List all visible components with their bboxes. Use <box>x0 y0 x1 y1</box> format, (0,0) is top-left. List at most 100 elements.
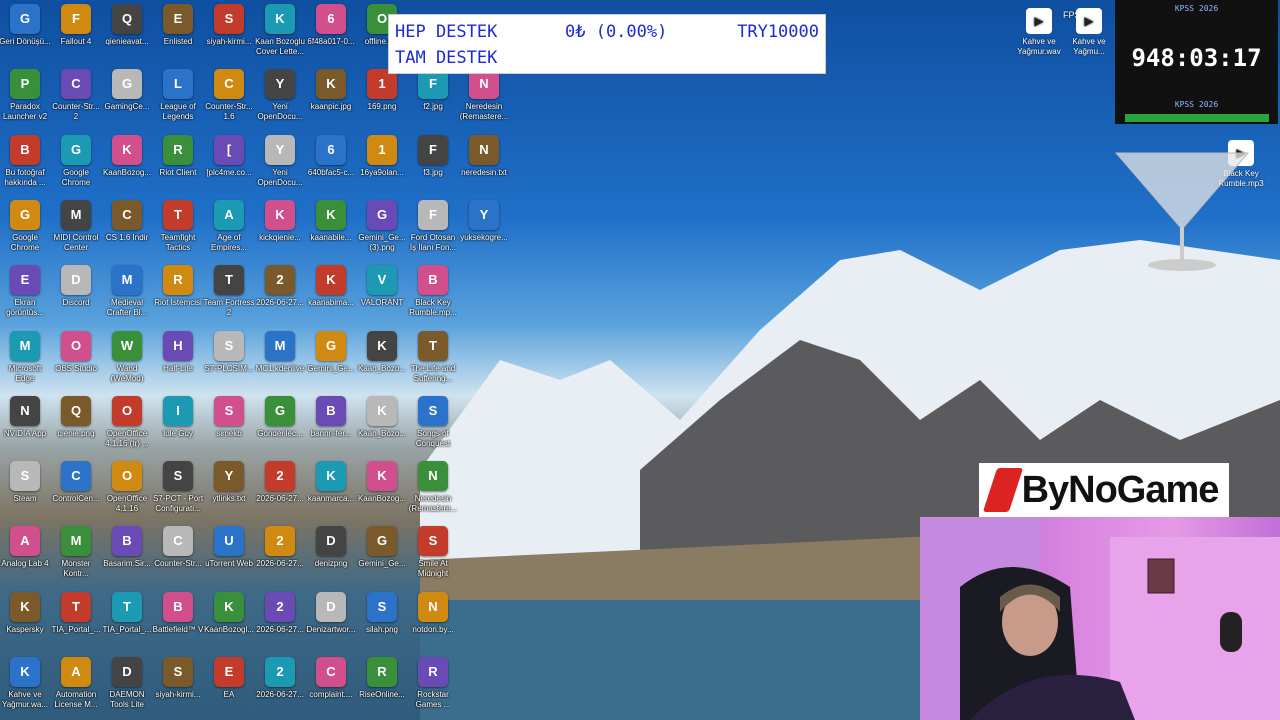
desktop-icon[interactable]: M Medieval Crafter Bl... <box>102 265 152 327</box>
desktop-icon[interactable]: ▶ Black Key Rumble.mp3 <box>1214 140 1268 189</box>
desktop-icon[interactable]: Yyuksekogre... <box>459 199 509 262</box>
desktop-icon[interactable]: R Rockstar Games ... <box>408 657 458 719</box>
desktop-icon[interactable]: K KaanBozog... <box>357 461 407 523</box>
desktop-icon[interactable]: G Gemini_Ge... <box>357 526 407 588</box>
desktop-icon[interactable]: M MC1.kdenlive <box>255 330 305 393</box>
desktop-icon[interactable]: G Google Chrome <box>0 199 50 262</box>
desktop-icon[interactable]: D Discord <box>51 265 101 327</box>
desktop-icon[interactable]: Qqienieavat... <box>102 4 152 66</box>
desktop-icon[interactable]: G Gemini_Ge... <box>306 330 356 393</box>
desktop-icon[interactable]: Nneredesin.txt <box>459 134 509 197</box>
desktop-icon[interactable]: 6 6f48a017-0... <box>306 4 356 66</box>
desktop-icon[interactable]: Bbannn-fer... <box>306 395 356 458</box>
desktop-icon[interactable]: 2 2026-06-27... <box>255 526 305 588</box>
desktop-icon[interactable]: O OBS Studio <box>51 330 101 393</box>
desktop-icon[interactable]: A Analog Lab 4 <box>0 526 50 588</box>
desktop-icon[interactable]: G Geri Dönüşü... <box>0 4 51 66</box>
desktop-icon[interactable]: W Wand (WeMod) <box>102 330 152 393</box>
desktop-icon[interactable]: M Microsoft Edge <box>0 330 50 393</box>
desktop-icon[interactable]: ▶ Kahve ve Yağmur.wav <box>1012 8 1066 57</box>
desktop-icon[interactable]: B Black Key Rumble.mp... <box>408 265 458 327</box>
desktop-icon[interactable]: B Battlefield™ V <box>153 591 203 654</box>
desktop-icon[interactable]: Ssiyah-kirmi... <box>204 4 254 66</box>
desktop-icon[interactable]: S Smile At Midnight <box>408 526 458 588</box>
desktop-icon[interactable]: S S7-PCT - Port Configurati... <box>153 461 203 523</box>
desktop-icon[interactable]: D DAEMON Tools Lite <box>102 657 152 719</box>
desktop-icon[interactable]: G GamingCe... <box>102 69 152 131</box>
desktop-icon[interactable]: B Basarim.Sir... <box>102 526 152 588</box>
desktop-icon[interactable]: G Google Chrome <box>51 134 101 197</box>
desktop-icon[interactable]: N NVIDIA App <box>0 395 50 458</box>
desktop-icon[interactable]: L League of Legends <box>153 69 203 131</box>
desktop-icon[interactable]: 2 2026-06-27... <box>255 461 305 523</box>
desktop-icon[interactable]: T The Life and Suffering... <box>408 330 458 393</box>
desktop-icon[interactable]: K Kaan_Bozo... <box>357 395 407 458</box>
desktop-icon[interactable]: Kkaanabima... <box>306 265 356 327</box>
desktop-icon[interactable]: Y Yeni OpenDocu... <box>255 69 305 131</box>
desktop-icon[interactable]: E Enlisted <box>153 4 203 66</box>
desktop-icon[interactable]: D Denizartwor... <box>306 591 356 654</box>
desktop-icon[interactable]: T Teamfight Tactics <box>153 199 203 262</box>
desktop-icon[interactable]: C Counter-Str... <box>153 526 203 588</box>
desktop-icon[interactable]: 1 16ya9olan... <box>357 134 407 197</box>
desktop-icon[interactable]: K Kaan Bozoglu Cover Lette... <box>255 4 305 66</box>
desktop-icon[interactable]: F Ford Otosan İş İlanı Fon... <box>408 199 458 262</box>
desktop-icon[interactable]: Kkaanabile... <box>306 199 356 262</box>
desktop-icon[interactable]: C Counter-Str... 1.6 <box>204 69 254 131</box>
desktop-icon[interactable]: Qqienie.png <box>51 395 101 458</box>
desktop-icon[interactable]: Ff2.jpg <box>408 69 458 131</box>
desktop-icon[interactable]: 2 2026-06-27... <box>255 591 305 654</box>
desktop-icon[interactable]: S S7-PLCSIM... <box>204 330 254 393</box>
desktop-icon[interactable]: N Neredesin (Remastere... <box>408 461 458 523</box>
desktop-icon[interactable]: B Bu fotoğraf hakkında ... <box>0 134 50 197</box>
desktop-icon[interactable]: ▶ Kahve ve Yağmu... <box>1062 8 1116 57</box>
desktop-icon[interactable]: K KaanBozog... <box>102 134 152 197</box>
desktop-icon[interactable]: A Automation License M... <box>51 657 101 719</box>
desktop-icon[interactable]: 6 640bfac5-c... <box>306 134 356 197</box>
desktop-icon[interactable]: O OpenOffice 4.1.16 <box>102 461 152 523</box>
desktop-icon[interactable]: R Riot İstemcisi <box>153 265 203 327</box>
desktop-icon[interactable]: N Neredesin (Remastere... <box>459 69 509 131</box>
desktop-icon[interactable]: K Kaan_Bozo... <box>357 330 407 393</box>
desktop-icon[interactable]: E EA <box>204 657 254 719</box>
desktop-icon[interactable]: R Riot Client <box>153 134 203 197</box>
desktop-icon[interactable]: Ssiyah-kirmi... <box>153 657 203 719</box>
desktop-icon[interactable]: Y Yeni OpenDocu... <box>255 134 305 197</box>
desktop-icon[interactable]: M Monster Kontr... <box>51 526 101 588</box>
desktop-icon[interactable]: V VALORANT <box>357 265 407 327</box>
desktop-icon[interactable]: S Steam <box>0 461 50 523</box>
desktop-icon[interactable]: C Counter-Str... 2 <box>51 69 101 131</box>
desktop-icon[interactable]: Kkaanmarca... <box>306 461 356 523</box>
desktop-icon[interactable]: O OpenOffice 4.1.16 (tr) ... <box>102 395 152 458</box>
desktop-icon[interactable]: 2 2026-06-27... <box>255 657 305 719</box>
desktop-icon[interactable]: T TIA_Portal_... <box>102 591 152 654</box>
desktop-icon[interactable]: Nnotdon.by... <box>408 591 458 654</box>
desktop-icon[interactable]: F Fallout 4 <box>51 4 101 66</box>
desktop-icon[interactable]: R RiseOnline... <box>357 657 407 719</box>
desktop-icon[interactable]: G Gonderilec... <box>255 395 305 458</box>
desktop-icon[interactable]: [[plc4me.co... <box>204 134 254 197</box>
desktop-icon[interactable]: Yytlinks.txt <box>204 461 254 523</box>
desktop-icon[interactable]: Kkickqienie... <box>255 199 305 262</box>
desktop-icon[interactable]: M MIDI Control Center <box>51 199 101 262</box>
desktop-icon[interactable]: Ff3.jpg <box>408 134 458 197</box>
desktop-icon[interactable]: Ssimekb <box>204 395 254 458</box>
desktop-icon[interactable]: K Kaspersky <box>0 591 50 654</box>
desktop-icon[interactable]: Ssilah.png <box>357 591 407 654</box>
desktop-icon[interactable]: Ccomplaint.... <box>306 657 356 719</box>
desktop-icon[interactable]: H Half-Life <box>153 330 203 393</box>
desktop-icon[interactable]: UuTorrent Web <box>204 526 254 588</box>
desktop-icon[interactable]: Ddenizpng <box>306 526 356 588</box>
desktop-icon[interactable]: 1 169.png <box>357 69 407 131</box>
desktop-icon[interactable]: G Gemini_Ge... (3).png <box>357 199 407 262</box>
desktop-icon[interactable]: E Ekran görüntüs... <box>0 265 50 327</box>
desktop-icon[interactable]: C ControlCen... <box>51 461 101 523</box>
desktop-icon[interactable]: Kkaanpic.jpg <box>306 69 356 131</box>
desktop-icon[interactable]: 2 2026-06-27... <box>255 265 305 327</box>
desktop-icon[interactable]: T Team Fortress 2 <box>203 265 255 327</box>
desktop-icon[interactable]: C CS 1.6 Indir <box>102 199 152 262</box>
desktop-icon[interactable]: A Age of Empires... <box>204 199 254 262</box>
desktop-icon[interactable]: P Paradox Launcher v2 <box>0 69 50 131</box>
desktop-icon[interactable]: T TIA_Portal_... <box>51 591 101 654</box>
desktop-icon[interactable]: K KaanBozogl... <box>204 591 254 654</box>
